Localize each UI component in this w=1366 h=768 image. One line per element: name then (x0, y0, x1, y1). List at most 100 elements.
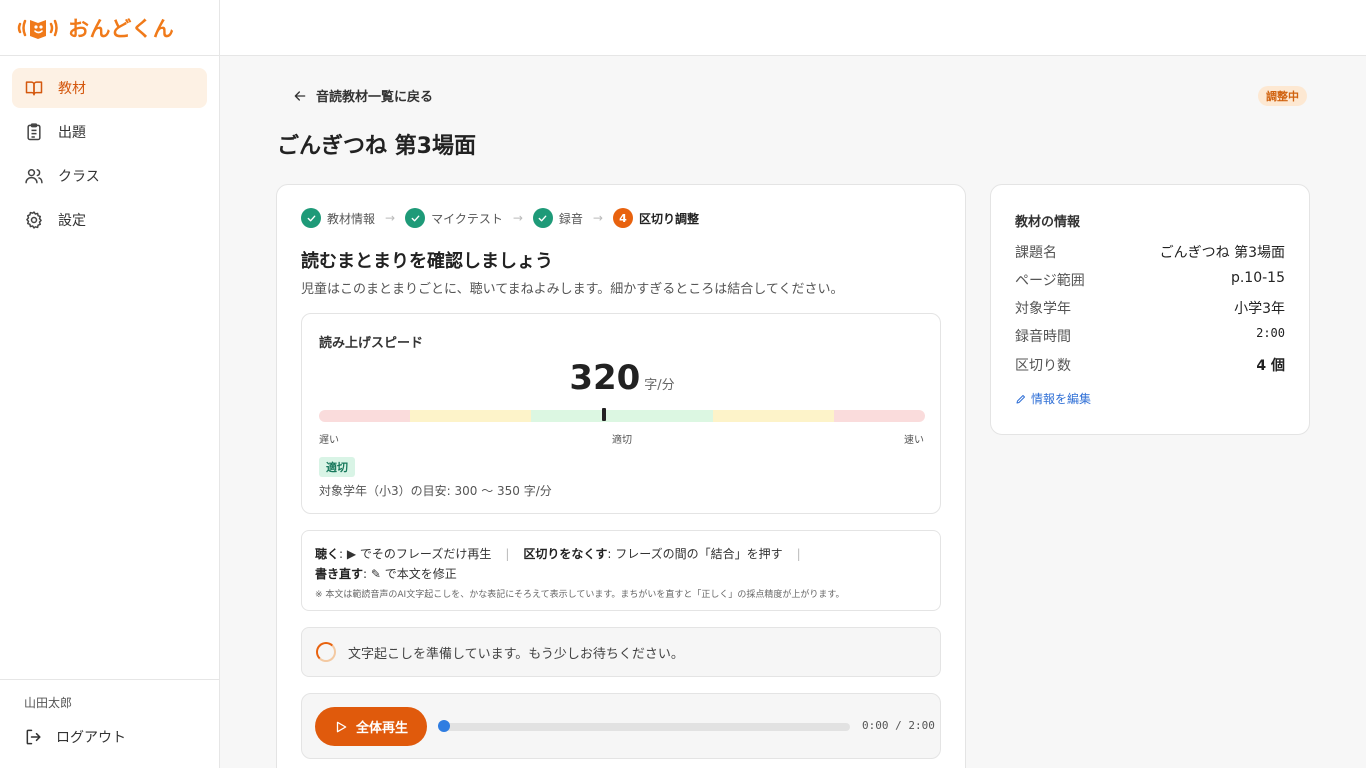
gauge-zone-slow (319, 410, 410, 422)
speed-unit: 字/分 (644, 378, 675, 393)
help-note: ※ 本文は範読音声のAI文字起こしを、かな表記にそろえて表示しています。まちがい… (315, 590, 845, 600)
check-icon (532, 208, 553, 228)
play-icon (336, 721, 347, 732)
info-key: 録音時間 (1015, 329, 1071, 345)
step-material-info[interactable]: 教材情報 (301, 208, 375, 228)
sidebar-item-settings[interactable]: 設定 (12, 200, 207, 240)
page-title: ごんぎつね 第3場面 (277, 134, 476, 159)
audio-player: 全体再生 0:00 / 2:00 (301, 693, 941, 759)
gauge-label-fast: 速い (904, 435, 924, 446)
info-row-segments: 区切り数 4 個 (1015, 355, 1285, 375)
step-number: 4 (612, 208, 633, 228)
speed-status-badge: 適切 (319, 457, 355, 477)
gauge-zone-slightly-slow (409, 410, 532, 422)
status-badge: 調整中 (1258, 86, 1307, 106)
app-logo[interactable]: おんどくん (0, 0, 219, 56)
section-heading: 読むまとまりを確認しましょう (301, 251, 553, 272)
section-description: 児童はこのまとまりごとに、聴いてまねよみします。細かすぎるところは結合してくださ… (301, 282, 844, 297)
users-icon (25, 169, 43, 184)
help-listen-label: 聴く (315, 547, 340, 561)
sidebar: おんどくん 教材 出題 クラス 設定 山田太郎 ログアウト (0, 0, 220, 768)
help-edit-label: 書き直す (315, 567, 364, 581)
check-icon (405, 208, 426, 228)
logout-label: ログアウト (56, 730, 126, 746)
logo-icon (17, 19, 58, 39)
info-key: 対象学年 (1015, 301, 1071, 317)
step-label: マイクテスト (431, 211, 503, 226)
step-label: 区切り調整 (638, 211, 699, 226)
info-row-pages: ページ範囲 p.10-15 (1015, 270, 1285, 290)
info-key: 区切り数 (1015, 358, 1071, 374)
info-value: 4 個 (1256, 358, 1285, 374)
clipboard-icon (27, 123, 41, 141)
check-icon (301, 208, 321, 228)
playback-knob[interactable] (438, 720, 450, 732)
material-info-card: 教材の情報 課題名 ごんぎつね 第3場面 ページ範囲 p.10-15 対象学年 … (990, 184, 1310, 435)
help-line: 書き直す: ✎ で本文を修正 (315, 564, 927, 584)
step-arrow-icon: → (512, 211, 523, 225)
gauge-label-ok: 適切 (612, 435, 632, 446)
sidebar-item-classes[interactable]: クラス (12, 156, 207, 196)
step-segment-adjust[interactable]: 4 区切り調整 (612, 208, 699, 228)
sidebar-footer: 山田太郎 ログアウト (0, 679, 219, 768)
info-row-duration: 録音時間 2:00 (1015, 326, 1285, 346)
top-bar (220, 0, 1366, 56)
sidebar-nav: 教材 出題 クラス 設定 (0, 56, 219, 256)
playback-time: 0:00 / 2:00 (862, 719, 935, 732)
separator: | (505, 547, 510, 561)
speed-title: 読み上げスピード (319, 336, 424, 351)
info-key: ページ範囲 (1015, 273, 1085, 289)
help-edit-text: : ✎ で本文を修正 (363, 567, 457, 581)
main-card: 教材情報 → マイクテスト → 録音 → 4 区切り調整 読むまとまりを確認しま… (276, 184, 966, 768)
speed-guide: 対象学年（小3）の目安: 300 〜 350 字/分 (319, 484, 552, 498)
info-value: ごんぎつね 第3場面 (1159, 245, 1285, 261)
step-label: 録音 (558, 211, 583, 226)
step-recording[interactable]: 録音 (532, 208, 583, 228)
step-label: 教材情報 (327, 211, 376, 226)
sidebar-item-assignments[interactable]: 出題 (12, 112, 207, 152)
info-row-title: 課題名 ごんぎつね 第3場面 (1015, 242, 1285, 262)
edit-info-label: 情報を編集 (1031, 392, 1092, 406)
user-name: 山田太郎 (24, 696, 73, 710)
pencil-icon (1016, 394, 1025, 403)
app-name: おんどくん (68, 16, 175, 41)
sidebar-item-materials[interactable]: 教材 (12, 68, 207, 108)
info-value: 小学3年 (1234, 301, 1285, 317)
edit-info-link[interactable]: 情報を編集 (1015, 390, 1091, 407)
sidebar-item-label: 設定 (58, 213, 86, 229)
reading-speed-panel: 読み上げスピード 320 字/分 遅い 適切 速い 適切 対象学年（小3）の目安:… (301, 313, 941, 514)
info-row-grade: 対象学年 小学3年 (1015, 298, 1285, 318)
help-line: 聴く: ▶ でそのフレーズだけ再生 | 区切りをなくす: フレーズの間の「結合」を押… (315, 544, 927, 564)
logout-button[interactable]: ログアウト (24, 727, 195, 747)
info-value: 2:00 (1256, 326, 1285, 340)
play-all-button[interactable]: 全体再生 (315, 707, 427, 746)
gear-icon (26, 211, 42, 229)
info-title: 教材の情報 (1015, 215, 1081, 230)
step-arrow-icon: → (385, 211, 396, 225)
step-mic-test[interactable]: マイクテスト (405, 208, 503, 228)
loading-message: 文字起こしを準備しています。もう少しお待ちください。 (301, 627, 941, 677)
sidebar-item-label: 教材 (58, 81, 86, 97)
separator: | (796, 547, 801, 561)
spinner-icon (316, 642, 336, 662)
playback-track[interactable] (440, 723, 850, 731)
play-all-label: 全体再生 (355, 720, 408, 735)
speed-value: 320 (569, 358, 641, 398)
gauge-zone-slightly-fast (712, 410, 835, 422)
help-merge-label: 区切りをなくす (523, 547, 608, 561)
back-link[interactable]: 音読教材一覧に戻る (292, 86, 433, 105)
gauge-zone-ok (531, 410, 713, 422)
info-value: p.10-15 (1230, 270, 1285, 286)
loading-text: 文字起こしを準備しています。もう少しお待ちください。 (348, 646, 684, 662)
sidebar-item-label: クラス (58, 169, 100, 185)
stepper: 教材情報 → マイクテスト → 録音 → 4 区切り調整 (301, 208, 699, 228)
gauge-marker (601, 408, 606, 421)
logout-icon (26, 729, 41, 745)
speed-readout: 320 字/分 (302, 358, 942, 398)
gauge-label-slow: 遅い (319, 435, 339, 446)
help-listen-text: : ▶ でそのフレーズだけ再生 (339, 547, 492, 561)
back-link-label: 音読教材一覧に戻る (316, 90, 434, 105)
gauge-zone-fast (834, 410, 925, 422)
arrow-left-icon (294, 90, 306, 101)
book-icon (25, 81, 43, 96)
